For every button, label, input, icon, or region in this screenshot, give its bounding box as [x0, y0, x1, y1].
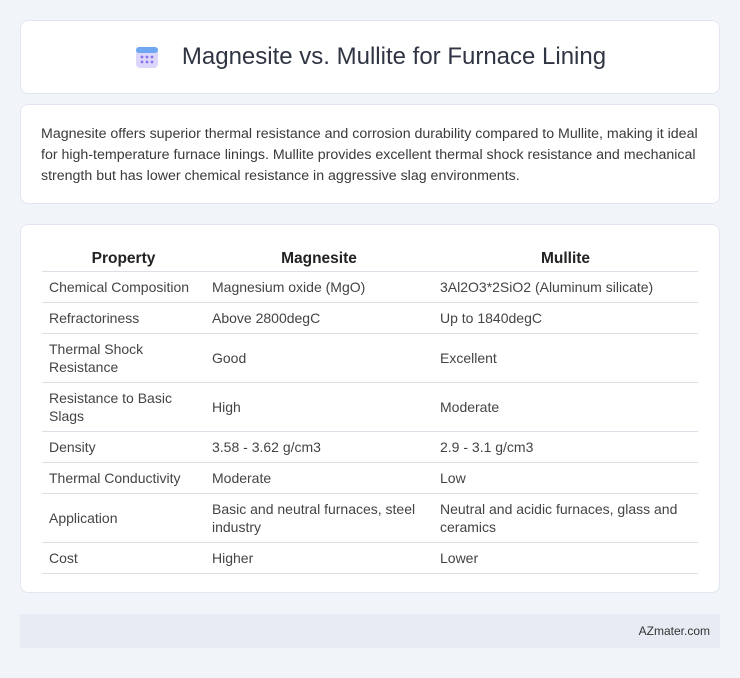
column-header-magnesite: Magnesite — [205, 244, 433, 272]
column-header-property: Property — [42, 244, 205, 272]
property-cell: Cost — [42, 542, 205, 574]
mullite-cell: Up to 1840degC — [433, 302, 698, 334]
property-cell: Application — [42, 493, 205, 543]
property-cell: Thermal Shock Resistance — [42, 333, 205, 383]
table-row: Cost Higher Lower — [42, 542, 698, 574]
magnesite-cell: Basic and neutral furnaces, steel indust… — [205, 493, 433, 543]
table-header-row: Property Magnesite Mullite — [42, 244, 698, 272]
mullite-cell: Low — [433, 462, 698, 494]
calendar-icon — [135, 47, 158, 68]
table-row: Application Basic and neutral furnaces, … — [42, 493, 698, 543]
comparison-table: Property Magnesite Mullite Chemical Comp… — [42, 244, 698, 574]
property-cell: Chemical Composition — [42, 271, 205, 303]
magnesite-cell: 3.58 - 3.62 g/cm3 — [205, 431, 433, 463]
comparison-table-card: Property Magnesite Mullite Chemical Comp… — [20, 224, 720, 593]
table-row: Density 3.58 - 3.62 g/cm3 2.9 - 3.1 g/cm… — [42, 431, 698, 463]
property-cell: Refractoriness — [42, 302, 205, 334]
mullite-cell: Excellent — [433, 333, 698, 383]
summary-card: Magnesite offers superior thermal resist… — [20, 104, 720, 204]
mullite-cell: 2.9 - 3.1 g/cm3 — [433, 431, 698, 463]
table-row: Resistance to Basic Slags High Moderate — [42, 382, 698, 432]
mullite-cell: Neutral and acidic furnaces, glass and c… — [433, 493, 698, 543]
magnesite-cell: Good — [205, 333, 433, 383]
title-card: Magnesite vs. Mullite for Furnace Lining — [20, 20, 720, 94]
footer-brand: AZmater.com — [638, 624, 710, 638]
magnesite-cell: Magnesium oxide (MgO) — [205, 271, 433, 303]
mullite-cell: Lower — [433, 542, 698, 574]
column-header-mullite: Mullite — [433, 244, 698, 272]
table-row: Thermal Conductivity Moderate Low — [42, 462, 698, 494]
summary-text: Magnesite offers superior thermal resist… — [41, 126, 698, 184]
magnesite-cell: Above 2800degC — [205, 302, 433, 334]
table-row: Refractoriness Above 2800degC Up to 1840… — [42, 302, 698, 334]
magnesite-cell: High — [205, 382, 433, 432]
footer: AZmater.com — [20, 614, 720, 648]
property-cell: Thermal Conductivity — [42, 462, 205, 494]
table-row: Thermal Shock Resistance Good Excellent — [42, 333, 698, 383]
magnesite-cell: Higher — [205, 542, 433, 574]
page-title: Magnesite vs. Mullite for Furnace Lining — [181, 43, 607, 70]
property-cell: Density — [42, 431, 205, 463]
mullite-cell: Moderate — [433, 382, 698, 432]
table-row: Chemical Composition Magnesium oxide (Mg… — [42, 271, 698, 303]
mullite-cell: 3Al2O3*2SiO2 (Aluminum silicate) — [433, 271, 698, 303]
property-cell: Resistance to Basic Slags — [42, 382, 205, 432]
magnesite-cell: Moderate — [205, 462, 433, 494]
